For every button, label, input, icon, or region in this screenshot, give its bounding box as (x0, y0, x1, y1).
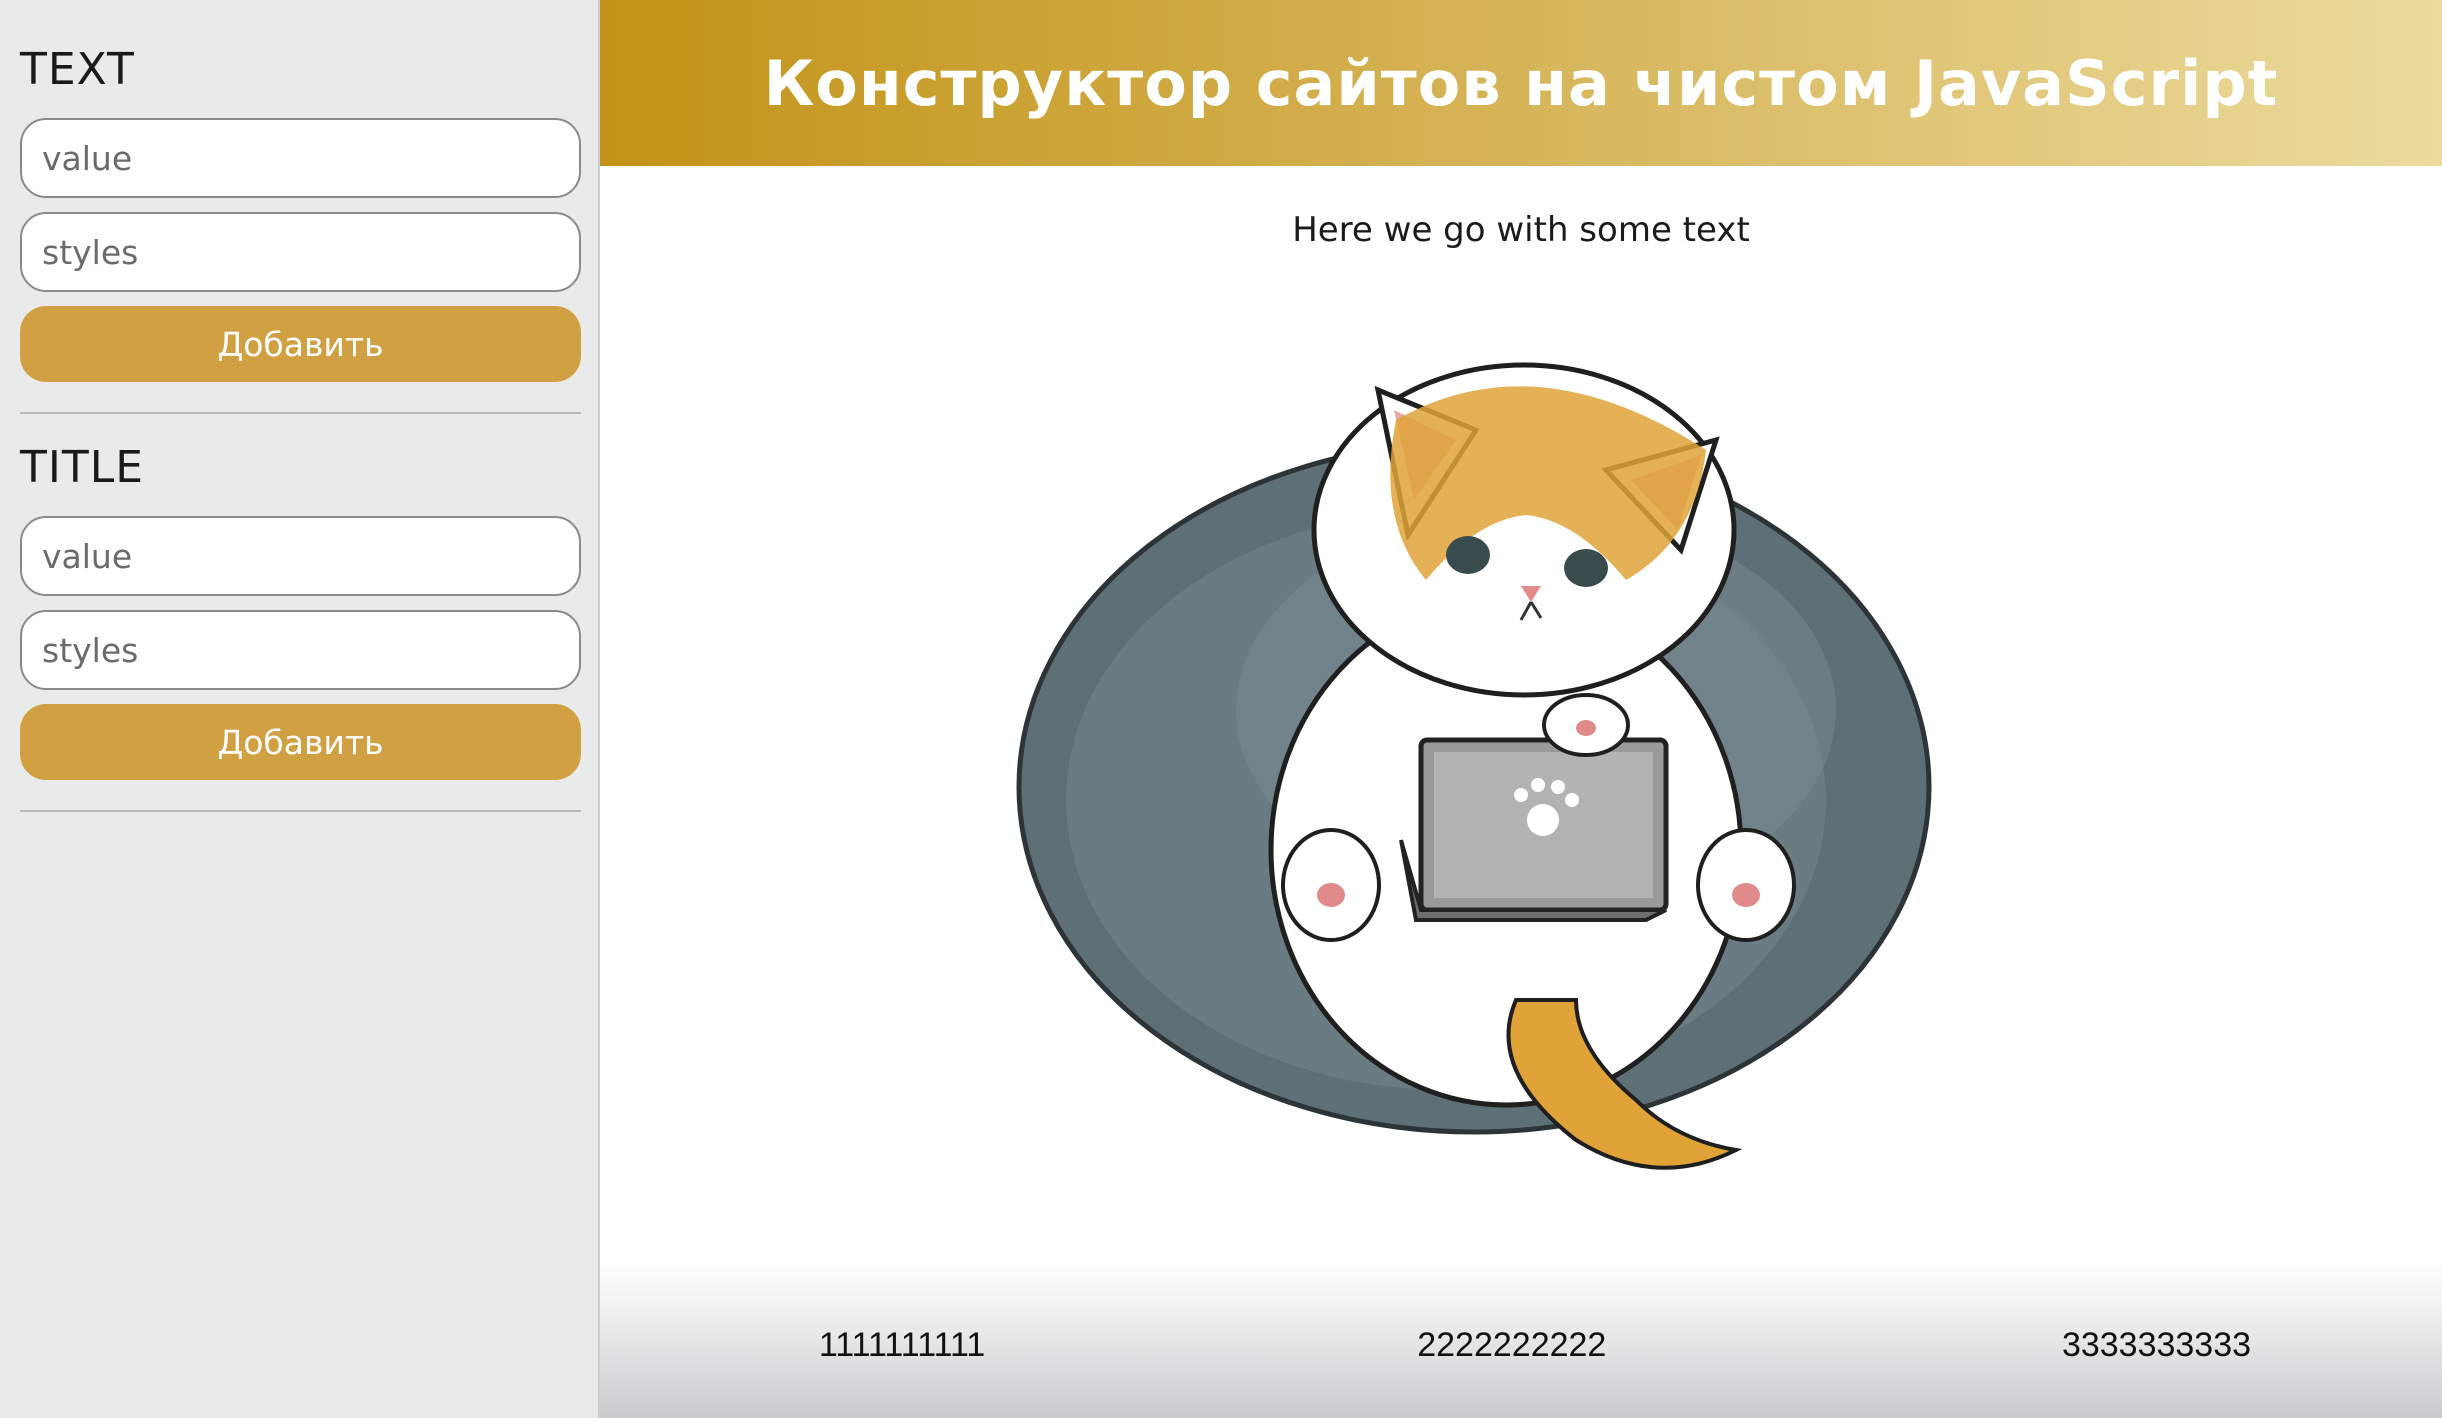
text-block-form: TEXT Добавить (20, 44, 581, 382)
footer-column-2: 2222222222 (1417, 1326, 1607, 1364)
title-block-form: TITLE Добавить (20, 442, 581, 780)
site-header: Конструктор сайтов на чистом JavaScript (600, 0, 2442, 166)
title-styles-input[interactable] (20, 610, 581, 690)
app: TEXT Добавить TITLE Добавить Конструктор… (0, 0, 2442, 1418)
sidebar: TEXT Добавить TITLE Добавить (0, 0, 600, 1418)
cat-with-laptop-image (1016, 280, 2026, 1220)
text-value-input[interactable] (20, 118, 581, 198)
footer-column-1: 1111111111 (818, 1326, 986, 1364)
text-styles-input[interactable] (20, 212, 581, 292)
section-divider (20, 412, 581, 414)
site-preview: Конструктор сайтов на чистом JavaScript … (600, 0, 2442, 1418)
title-value-input[interactable] (20, 516, 581, 596)
content-text-block: Here we go with some text (1292, 210, 1750, 250)
page-title: Конструктор сайтов на чистом JavaScript (763, 46, 2279, 120)
text-section-title: TEXT (20, 44, 135, 95)
title-section-title: TITLE (20, 442, 145, 493)
site-footer: 1111111111 2222222222 3333333333 (600, 1258, 2442, 1418)
footer-column-3: 3333333333 (2061, 1326, 2252, 1364)
title-add-button[interactable]: Добавить (20, 704, 581, 780)
text-add-button[interactable]: Добавить (20, 306, 581, 382)
section-divider (20, 810, 581, 812)
image-block (600, 280, 2442, 1220)
